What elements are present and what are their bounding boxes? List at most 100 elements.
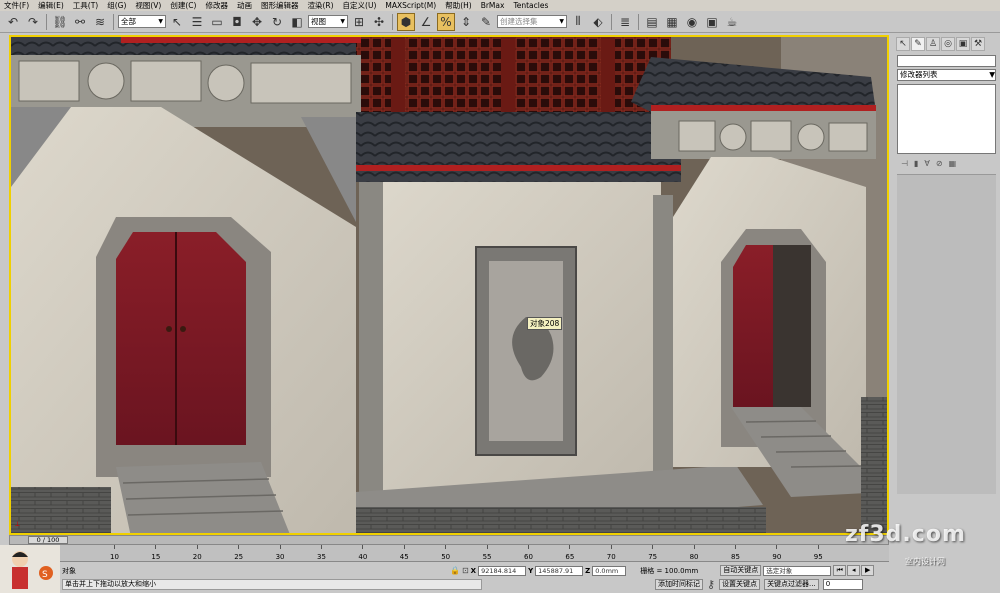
object-name-field[interactable] <box>897 55 996 67</box>
menu-tools[interactable]: 工具(T) <box>73 0 98 11</box>
axis-gizmo-icon: ⟂ <box>15 520 20 528</box>
command-panel-tabs: ↖ ✎ ♙ ◎ ▣ ⚒ <box>893 35 1000 53</box>
timeline-tick-label: 70 <box>606 553 616 561</box>
main-toolbar: ↶ ↷ ⛓ ⚯ ≋ 全部 ▼ ↖ ☰ ▭ ◘ ✥ ↻ ◧ 视图 ▼ ⊞ ✣ ⬢ ∠ … <box>0 11 1000 33</box>
scene-render <box>11 37 887 533</box>
percent-snap-icon[interactable]: % <box>437 12 455 31</box>
add-time-tag-button[interactable]: 添加时间标记 <box>655 578 703 590</box>
angle-snap-icon[interactable]: ∠ <box>417 13 435 31</box>
named-selection-edit-icon[interactable]: ✎ <box>477 13 495 31</box>
timeline-tick <box>279 545 281 549</box>
menu-tentacles[interactable]: Tentacles <box>513 0 548 11</box>
prev-frame-icon[interactable]: ◂ <box>847 565 861 576</box>
key-filters-button[interactable]: 关键点过滤器... <box>764 578 819 590</box>
perspective-viewport[interactable]: 对象208 ⟂ <box>9 35 889 535</box>
menu-edit[interactable]: 编辑(E) <box>38 0 64 11</box>
hierarchy-tab-icon[interactable]: ♙ <box>926 37 940 51</box>
scale-icon[interactable]: ◧ <box>288 13 306 31</box>
menu-views[interactable]: 视图(V) <box>135 0 161 11</box>
go-to-start-icon[interactable]: ⏮ <box>833 565 847 576</box>
timeline-tick-label: 50 <box>441 553 451 561</box>
z-coordinate-field[interactable]: 0.0mm <box>592 565 627 576</box>
pin-stack-icon[interactable]: ⊣ <box>901 159 908 168</box>
menu-group[interactable]: 组(G) <box>107 0 126 11</box>
snap-toggle-icon[interactable]: ⬢ <box>397 12 415 31</box>
align-icon[interactable]: ⬖ <box>589 13 607 31</box>
menu-file[interactable]: 文件(F) <box>4 0 29 11</box>
motion-tab-icon[interactable]: ◎ <box>941 37 955 51</box>
timeline-tick-label: 75 <box>648 553 658 561</box>
spinner-snap-icon[interactable]: ⇕ <box>457 13 475 31</box>
track-bar[interactable]: 10 15 20 25 30 35 40 45 50 55 60 65 70 75 80 85 90 95 <box>60 545 889 562</box>
select-link-icon[interactable]: ⛓ <box>51 13 69 31</box>
status-row-bottom: 单击并上下拖动以放大和缩小 添加时间标记 ⚷ 设置关键点 关键点过滤器... 0 <box>62 578 863 591</box>
display-tab-icon[interactable]: ▣ <box>956 37 970 51</box>
redo-icon[interactable]: ↷ <box>24 13 42 31</box>
modifier-list-dropdown[interactable]: 修改器列表 ▼ <box>897 69 996 81</box>
mirror-icon[interactable]: ⫴ <box>569 13 587 31</box>
timeline-tick-label: 90 <box>772 553 782 561</box>
current-frame-field[interactable]: 0 <box>822 578 863 590</box>
auto-key-button[interactable]: 自动关键点 <box>720 565 762 576</box>
time-slider-thumb[interactable]: 0 / 100 <box>28 536 68 544</box>
menu-animation[interactable]: 动画 <box>237 0 252 11</box>
timeline-tick <box>693 545 695 549</box>
show-end-result-icon[interactable]: ▮ <box>914 159 918 168</box>
absolute-mode-icon[interactable]: ⊡ <box>462 566 469 575</box>
play-icon[interactable]: ▶ <box>861 565 875 576</box>
toolbar-divider <box>46 13 47 30</box>
timeline-tick <box>321 545 322 549</box>
y-coordinate-field[interactable]: 145887.91 <box>535 565 584 576</box>
set-key-button[interactable]: 设置关键点 <box>719 578 761 590</box>
y-label: Y <box>528 566 534 575</box>
menu-modifiers[interactable]: 修改器 <box>205 0 228 11</box>
schematic-view-icon[interactable]: ▦ <box>663 13 681 31</box>
window-crossing-icon[interactable]: ◘ <box>228 13 246 31</box>
lock-icon[interactable]: 🔒 <box>450 566 460 575</box>
remove-modifier-icon[interactable]: ⊘ <box>936 159 943 168</box>
chevron-down-icon: ▼ <box>559 18 564 25</box>
undo-icon[interactable]: ↶ <box>4 13 22 31</box>
timeline-tick-label: 25 <box>234 553 244 561</box>
move-icon[interactable]: ✥ <box>248 13 266 31</box>
menu-rendering[interactable]: 渲染(R) <box>307 0 333 11</box>
selection-filter-value: 全部 <box>121 17 136 26</box>
command-panel: ↖ ✎ ♙ ◎ ▣ ⚒ 修改器列表 ▼ ⊣ ▮ ∀ ⊘ ▦ <box>893 35 1000 535</box>
x-coordinate-field[interactable]: 92184.814 <box>478 565 527 576</box>
menu-create[interactable]: 创建(C) <box>170 0 196 11</box>
curve-editor-icon[interactable]: ▤ <box>643 13 661 31</box>
pivot-center-icon[interactable]: ⊞ <box>350 13 368 31</box>
quick-render-icon[interactable]: ☕ <box>723 13 741 31</box>
named-selection-dropdown[interactable]: 创建选择集 ▼ <box>497 15 567 28</box>
key-mode-dropdown[interactable]: 选定对象 <box>763 565 832 576</box>
reference-coordinate-dropdown[interactable]: 视图 ▼ <box>308 15 348 28</box>
selection-count: 对象 <box>62 566 76 575</box>
bind-spacewarp-icon[interactable]: ≋ <box>91 13 109 31</box>
toolbar-divider <box>392 13 393 30</box>
menu-customize[interactable]: 自定义(U) <box>343 0 377 11</box>
configure-sets-icon[interactable]: ▦ <box>949 159 957 168</box>
selection-filter-dropdown[interactable]: 全部 ▼ <box>118 15 166 28</box>
rotate-icon[interactable]: ↻ <box>268 13 286 31</box>
time-slider[interactable]: 0 / 100 <box>9 535 889 545</box>
layer-manager-icon[interactable]: ≣ <box>616 13 634 31</box>
material-editor-icon[interactable]: ◉ <box>683 13 701 31</box>
make-unique-icon[interactable]: ∀ <box>924 159 929 168</box>
select-manipulate-icon[interactable]: ✣ <box>370 13 388 31</box>
key-icon[interactable]: ⚷ <box>707 578 715 591</box>
create-tab-icon[interactable]: ↖ <box>896 37 910 51</box>
select-object-icon[interactable]: ↖ <box>168 13 186 31</box>
utilities-tab-icon[interactable]: ⚒ <box>971 37 985 51</box>
menu-graph-editors[interactable]: 图形编辑器 <box>261 0 299 11</box>
timeline-tick-label: 35 <box>317 553 326 561</box>
rect-selection-icon[interactable]: ▭ <box>208 13 226 31</box>
menu-help[interactable]: 帮助(H) <box>445 0 472 11</box>
menu-brmax[interactable]: BrMax <box>481 0 505 11</box>
unlink-icon[interactable]: ⚯ <box>71 13 89 31</box>
render-setup-icon[interactable]: ▣ <box>703 13 721 31</box>
modifier-stack[interactable] <box>897 84 996 154</box>
object-tooltip: 对象208 <box>527 317 563 330</box>
modify-tab-icon[interactable]: ✎ <box>911 37 925 51</box>
select-by-name-icon[interactable]: ☰ <box>188 13 206 31</box>
menu-maxscript[interactable]: MAXScript(M) <box>385 0 436 11</box>
